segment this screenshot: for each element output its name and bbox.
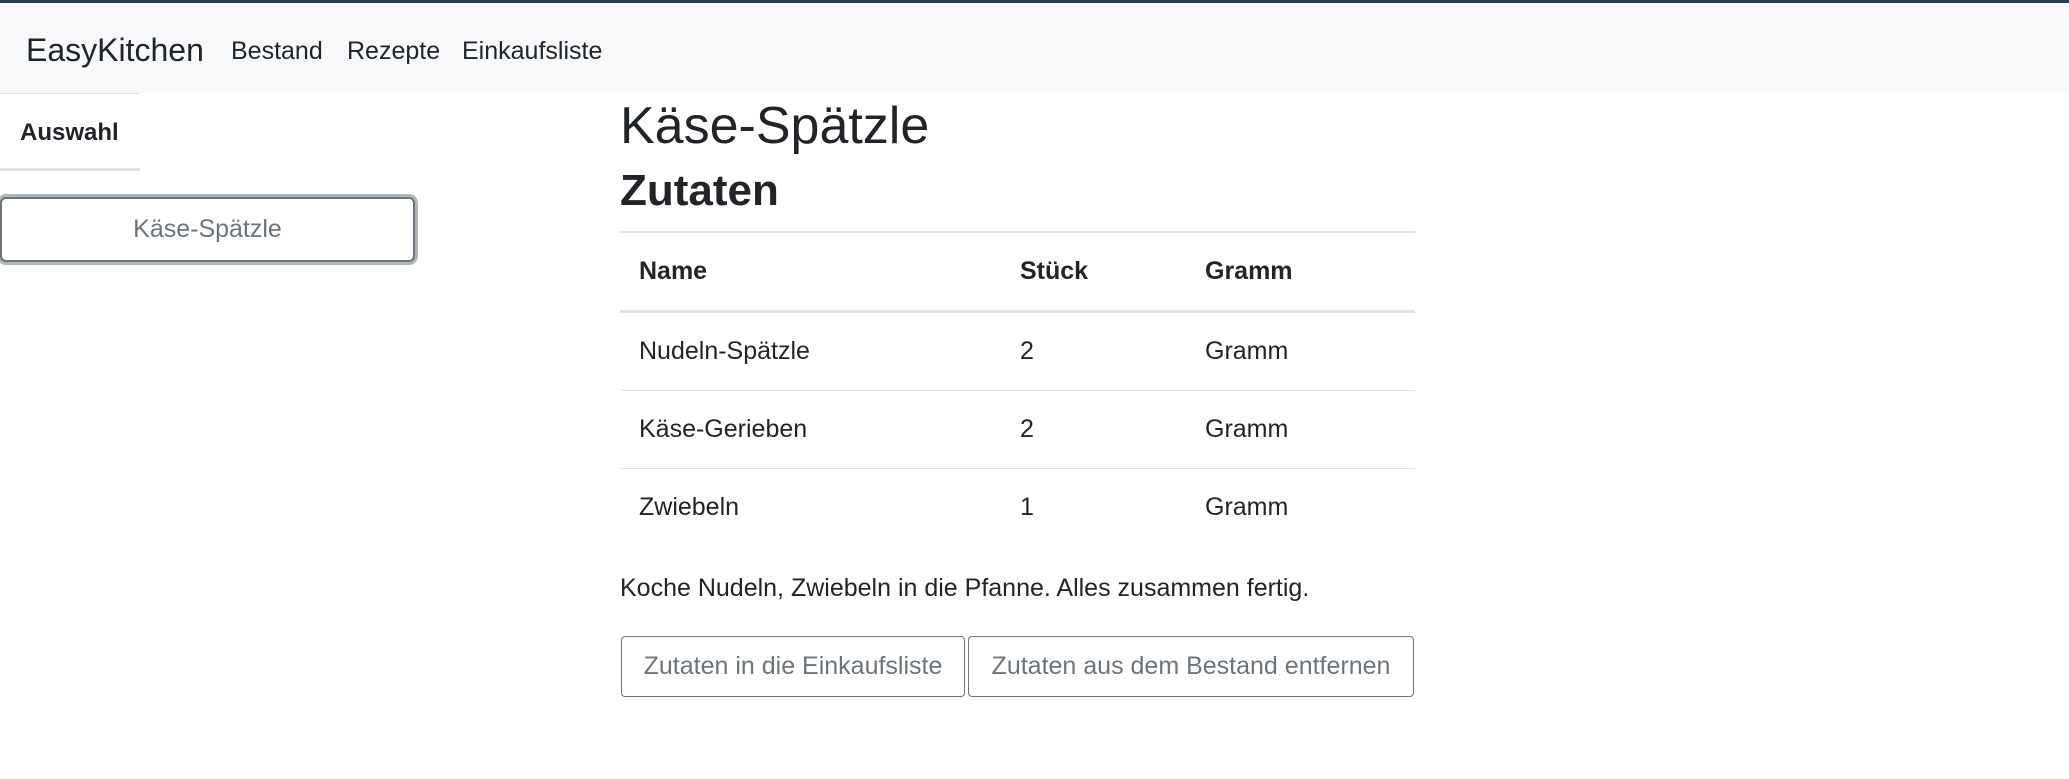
column-header-name: Name bbox=[620, 231, 1001, 313]
sidebar-tab-label: Auswahl bbox=[20, 119, 119, 146]
ingredient-quantity: 2 bbox=[1001, 311, 1186, 391]
remove-from-stock-button[interactable]: Zutaten aus dem Bestand entfernen bbox=[968, 636, 1414, 697]
ingredient-unit: Gramm bbox=[1186, 390, 1415, 469]
add-to-shopping-list-button[interactable]: Zutaten in die Einkaufsliste bbox=[621, 636, 965, 697]
ingredient-name: Nudeln-Spätzle bbox=[620, 311, 1001, 391]
recipe-title: Käse-Spätzle bbox=[620, 97, 930, 155]
ingredient-name: Zwiebeln bbox=[639, 493, 740, 521]
table-row: Nudeln-Spätzle 2 Gramm bbox=[620, 311, 1415, 391]
ingredients-heading: Zutaten bbox=[620, 166, 779, 215]
recipe-instructions: Koche Nudeln, Zwiebeln in die Pfanne. Al… bbox=[620, 574, 1310, 602]
column-header-gramm: Gramm bbox=[1186, 231, 1415, 313]
nav-link-bestand[interactable]: Bestand bbox=[231, 35, 323, 67]
column-header-stueck: Stück bbox=[1001, 231, 1186, 313]
sidebar-tab-auswahl[interactable]: Auswahl bbox=[0, 93, 140, 171]
recipe-select-button[interactable]: Käse-Spätzle bbox=[0, 197, 415, 262]
navbar: EasyKitchen Bestand Rezepte Einkaufslist… bbox=[0, 3, 2069, 93]
nav-link-einkaufsliste[interactable]: Einkaufsliste bbox=[462, 35, 602, 67]
ingredient-quantity: 2 bbox=[1001, 390, 1186, 469]
navbar-brand[interactable]: EasyKitchen bbox=[26, 31, 204, 69]
ingredients-table: Name Stück Gramm Nudeln-Spätzle 2 Gramm … bbox=[620, 231, 1415, 546]
ingredient-name: Käse-Gerieben bbox=[620, 390, 1001, 469]
nav-link-rezepte[interactable]: Rezepte bbox=[347, 35, 440, 67]
ingredient-unit: Gramm bbox=[1205, 493, 1289, 521]
ingredient-quantity: 1 bbox=[1020, 493, 1034, 521]
ingredient-unit: Gramm bbox=[1186, 311, 1415, 391]
table-row: Zwiebeln 1 Gramm bbox=[620, 469, 1415, 547]
table-header-row: Name Stück Gramm bbox=[620, 231, 1415, 313]
table-row: Käse-Gerieben 2 Gramm bbox=[620, 390, 1415, 469]
